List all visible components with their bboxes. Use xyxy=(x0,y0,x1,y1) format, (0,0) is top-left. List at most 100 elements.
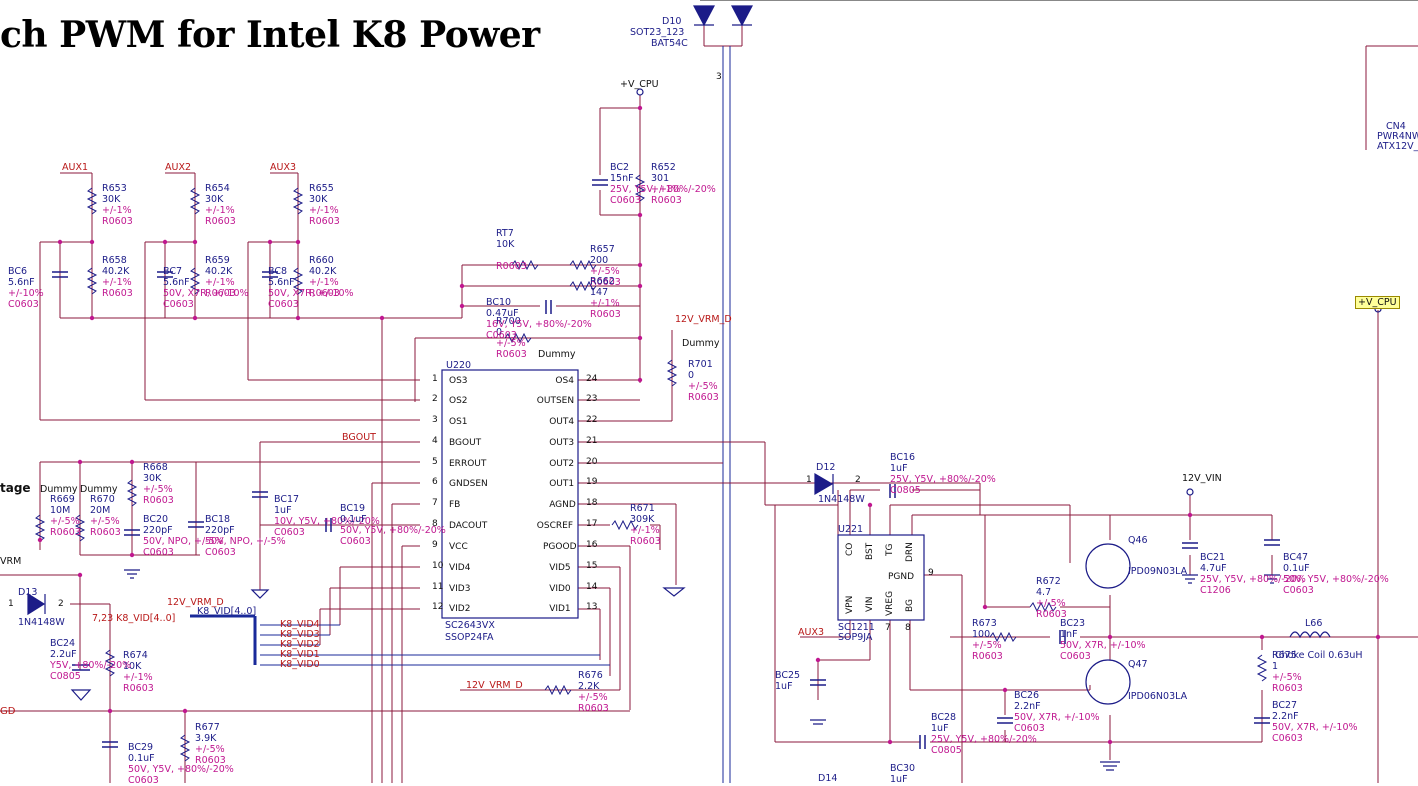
u220-pin-out3: OUT3 xyxy=(549,438,575,448)
net-12v-vin: 12V_VIN xyxy=(1182,473,1222,484)
bc30-ref: BC30 xyxy=(890,763,916,774)
bc6-package: C0603 xyxy=(8,299,39,310)
u220-pin-os2: OS2 xyxy=(449,396,468,406)
u220-pin-16-num: 16 xyxy=(586,540,598,550)
r668-tolerance: +/-5% xyxy=(143,484,173,495)
l66-ref: L66 xyxy=(1305,618,1323,629)
d12-pin-a: 1 xyxy=(806,475,812,485)
bc19-value: 0.1uF xyxy=(340,514,367,525)
u221-pin-2: 2 xyxy=(855,475,861,485)
q46-ref: Q46 xyxy=(1128,535,1148,546)
bc2-ref: BC2 xyxy=(610,162,630,173)
u220-pin-fb: FB xyxy=(449,500,461,510)
r672-tolerance: +/-5% xyxy=(1036,598,1066,609)
r653-value: 30K xyxy=(102,194,121,205)
bc30-value: 1uF xyxy=(890,774,908,785)
u221-pin-bg: BG xyxy=(905,599,915,612)
bc27-rating: 50V, X7R, +/-10% xyxy=(1272,722,1358,733)
bc26-ref: BC26 xyxy=(1014,690,1040,701)
r673-ref: R673 xyxy=(972,618,997,629)
u220-pin-vid1: VID1 xyxy=(549,604,571,614)
u220-ref: U220 xyxy=(446,360,472,371)
bc18-value: 220pF xyxy=(205,525,235,536)
r675-package: R0603 xyxy=(1272,683,1303,694)
u220-pin-vcc: VCC xyxy=(449,542,468,552)
bc47-package: C0603 xyxy=(1283,585,1314,596)
d10-pin: 3 xyxy=(716,72,722,82)
r659-ref: R659 xyxy=(205,255,230,266)
bc16-package: C0805 xyxy=(890,485,921,496)
u221-pin-tg: TG xyxy=(885,543,895,556)
bc29-ref: BC29 xyxy=(128,742,154,753)
net-aux3: AUX3 xyxy=(270,162,297,173)
u220-pin-oscref: OSCREF xyxy=(536,521,573,531)
r676-value: 2.2K xyxy=(578,681,600,692)
u220-pin-20-num: 20 xyxy=(586,457,598,467)
d12-ref: D12 xyxy=(816,462,836,473)
net-bgout: BGOUT xyxy=(342,432,376,443)
net-gd-left: GD xyxy=(0,706,16,717)
cn4-pkg: ATX12V_ xyxy=(1377,141,1418,152)
u220-pin-bgout: BGOUT xyxy=(449,438,482,448)
bc28-value: 1uF xyxy=(931,723,949,734)
net-k8-vid0: K8_VID0 xyxy=(280,659,320,670)
d13-pin-a: 1 xyxy=(8,599,14,609)
net-aux3-lower: AUX3 xyxy=(798,627,825,638)
r673-tolerance: +/-5% xyxy=(972,640,1002,651)
u221-pin-9: 9 xyxy=(928,568,934,578)
bc27-value: 2.2nF xyxy=(1272,711,1299,722)
r658-tolerance: +/-1% xyxy=(102,277,132,288)
bc2-value: 15nF xyxy=(610,173,634,184)
r662-value: 147 xyxy=(590,287,609,298)
u220-pin-17-num: 17 xyxy=(586,519,598,529)
u221-pkg: SOP9JA xyxy=(838,632,873,643)
u220-pin-agnd: AGND xyxy=(549,500,576,510)
u221-pin-7: 7 xyxy=(885,623,891,633)
u220-pin-19-num: 19 xyxy=(586,477,598,487)
bc8-value: 5.6nF xyxy=(268,277,295,288)
u220-pin-15-num: 15 xyxy=(586,561,598,571)
bc6-ref: BC6 xyxy=(8,266,28,277)
r701-package: R0603 xyxy=(688,392,719,403)
r669-package: R0603 xyxy=(50,527,81,538)
bc47-rating: 50V, Y5V, +80%/-20% xyxy=(1283,574,1389,585)
bc20-package: C0603 xyxy=(143,547,174,558)
u220-pin-21-num: 21 xyxy=(586,436,598,446)
bc21-value: 4.7uF xyxy=(1200,563,1227,574)
u220-pin-vid5: VID5 xyxy=(549,563,571,573)
bc16-value: 1uF xyxy=(890,463,908,474)
r675-tolerance: +/-5% xyxy=(1272,672,1302,683)
r671-package: R0603 xyxy=(630,536,661,547)
u220-pin-10-num: 10 xyxy=(432,561,444,571)
u220-pin-errout: ERROUT xyxy=(449,459,487,469)
r668-value: 30K xyxy=(143,473,162,484)
r671-ref: R671 xyxy=(630,503,655,514)
u221-pin-pgnd: PGND xyxy=(888,572,915,582)
u220-pin-os3: OS3 xyxy=(449,376,468,386)
wires xyxy=(0,25,1418,783)
bc47-ref: BC47 xyxy=(1283,552,1309,563)
u220-pkg: SSOP24FA xyxy=(445,632,494,643)
u220-pin-outsen: OUTSEN xyxy=(536,396,575,406)
bc17-value: 1uF xyxy=(274,505,292,516)
u220-pin-24-num: 24 xyxy=(586,374,598,384)
r658-package: R0603 xyxy=(102,288,133,299)
r652-package: R0603 xyxy=(651,195,682,206)
d14-ref: D14 xyxy=(818,773,838,784)
r700-dummy: Dummy xyxy=(538,349,576,360)
r677-value: 3.9K xyxy=(195,733,217,744)
r672-value: 4.7 xyxy=(1036,587,1052,598)
r653-ref: R653 xyxy=(102,183,127,194)
u220-pin-22-num: 22 xyxy=(586,415,598,425)
u220-pin-2-num: 2 xyxy=(432,394,438,404)
r655-tolerance: +/-1% xyxy=(309,205,339,216)
u221-pin-bst: BST xyxy=(865,542,875,560)
d13-part: 1N4148W xyxy=(18,617,65,628)
u221-ref: U221 xyxy=(838,524,864,535)
u220-pin-4-num: 4 xyxy=(432,436,438,446)
bc29-package: C0603 xyxy=(128,775,159,786)
r652-value: 301 xyxy=(651,173,670,184)
r653-package: R0603 xyxy=(102,216,133,227)
r674-package: R0603 xyxy=(123,683,154,694)
net-aux2: AUX2 xyxy=(165,162,192,173)
